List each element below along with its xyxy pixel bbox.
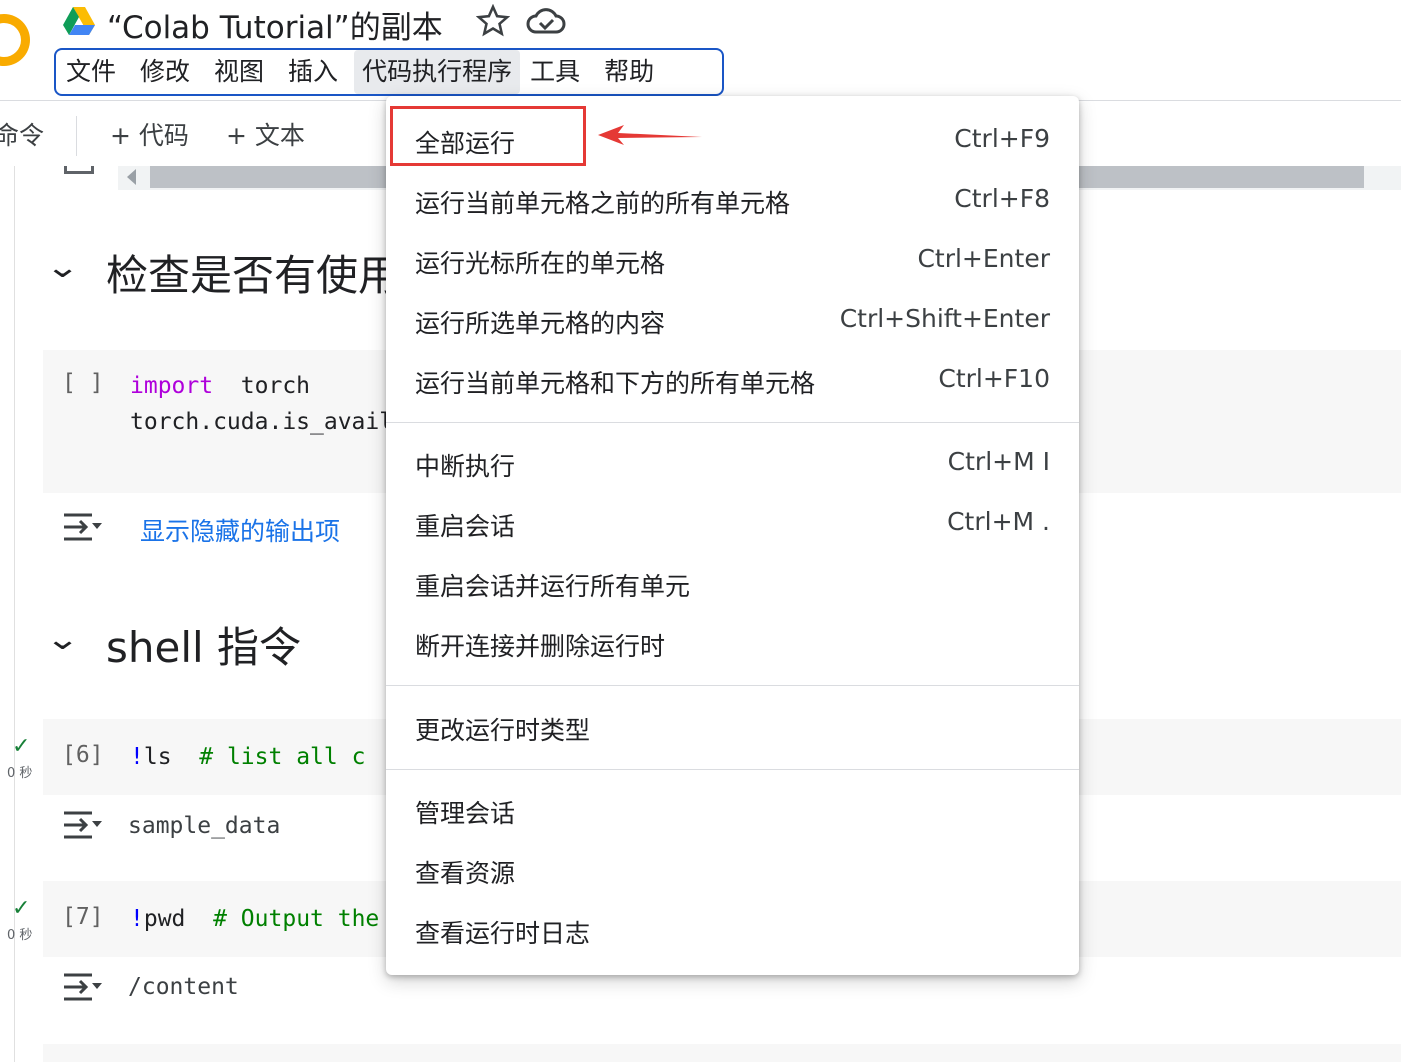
menu-item-shortcut: Ctrl+F10 <box>938 364 1050 393</box>
menu-item-shortcut: Ctrl+Shift+Enter <box>839 304 1050 333</box>
menu-manage-sessions[interactable]: 管理会话 <box>386 780 1079 840</box>
menu-view-runtime-logs[interactable]: 查看运行时日志 <box>386 900 1079 960</box>
shell-bang: ! <box>130 906 144 932</box>
module-name: torch <box>240 373 311 399</box>
menu-separator <box>386 769 1079 770</box>
menu-item-shortcut: Ctrl+F8 <box>954 184 1050 213</box>
collapse-chevron-icon[interactable]: ⌄ <box>45 250 80 285</box>
menu-item-label: 查看运行时日志 <box>415 919 591 948</box>
shell-command: ls <box>143 744 172 770</box>
menu-interrupt[interactable]: 中断执行 Ctrl+M I <box>386 433 1079 493</box>
code-line-1[interactable]: import torch <box>130 373 310 399</box>
scroll-left-arrow-icon[interactable] <box>127 169 136 185</box>
menu-separator <box>386 685 1079 686</box>
menu-runtime[interactable]: 代码执行程序 <box>354 50 521 94</box>
section-heading-gpu: 检查是否有使用 <box>106 251 401 300</box>
menu-bar: 文件 修改 视图 插入 代码执行程序 工具 帮助 <box>54 48 724 96</box>
menu-item-label: 运行光标所在的单元格 <box>415 249 666 278</box>
menu-insert[interactable]: 插入 <box>280 50 352 94</box>
shell-command: pwd <box>143 906 186 932</box>
output-toggle-icon[interactable] <box>62 972 102 1002</box>
cell-prompt[interactable]: [6] <box>62 742 104 768</box>
star-icon[interactable] <box>476 4 510 38</box>
shell-bang: ! <box>130 744 144 770</box>
code-comment: # list all c <box>199 744 366 770</box>
menu-item-label: 运行所选单元格的内容 <box>415 309 666 338</box>
previous-cell-edge <box>64 166 94 174</box>
executed-check-icon: ✓ <box>12 734 31 759</box>
code-line-pwd[interactable]: !pwd # Output the <box>130 906 379 932</box>
menu-file[interactable]: 文件 <box>58 50 130 94</box>
menu-item-label: 管理会话 <box>415 799 516 828</box>
menu-item-label: 断开连接并删除运行时 <box>415 632 666 661</box>
menu-restart-and-run-all[interactable]: 重启会话并运行所有单元 <box>386 553 1079 613</box>
menu-help[interactable]: 帮助 <box>596 50 668 94</box>
code-line-2[interactable]: torch.cuda.is_availa <box>130 409 407 435</box>
collapse-chevron-icon[interactable]: ⌄ <box>45 622 80 657</box>
menu-run-before[interactable]: 运行当前单元格之前的所有单元格 Ctrl+F8 <box>386 170 1079 230</box>
menu-restart-session[interactable]: 重启会话 Ctrl+M . <box>386 493 1079 553</box>
runtime-dropdown-menu: 全部运行 Ctrl+F9 运行当前单元格之前的所有单元格 Ctrl+F8 运行光… <box>386 96 1079 975</box>
menu-item-label: 运行当前单元格和下方的所有单元格 <box>415 369 816 398</box>
menu-item-shortcut: Ctrl+Enter <box>917 244 1050 273</box>
menu-view-resources[interactable]: 查看资源 <box>386 840 1079 900</box>
code-line-ls[interactable]: !ls # list all c <box>130 744 365 770</box>
cell-output-text: /content <box>128 974 239 1000</box>
menu-run-selection[interactable]: 运行所选单元格的内容 Ctrl+Shift+Enter <box>386 290 1079 350</box>
menu-item-label: 运行当前单元格之前的所有单元格 <box>415 189 791 218</box>
menu-disconnect-delete-runtime[interactable]: 断开连接并删除运行时 <box>386 613 1079 673</box>
show-hidden-output-link[interactable]: 显示隐藏的输出项 <box>140 512 340 548</box>
menu-separator <box>386 422 1079 423</box>
execution-time: 0 秒 <box>7 766 33 781</box>
menu-item-shortcut: Ctrl+M . <box>947 507 1050 536</box>
cell-output-text: sample_data <box>128 813 281 839</box>
google-drive-icon[interactable] <box>62 6 96 36</box>
menu-item-label: 重启会话 <box>415 512 516 541</box>
cloud-saved-icon[interactable] <box>526 6 566 38</box>
annotation-arrow-icon <box>598 125 702 145</box>
add-text-button[interactable]: + 文本 <box>226 116 305 152</box>
cell-prompt[interactable]: [7] <box>62 904 104 930</box>
menu-change-runtime-type[interactable]: 更改运行时类型 <box>386 697 1079 757</box>
menu-item-label: 查看资源 <box>415 859 516 888</box>
menu-item-shortcut: Ctrl+M I <box>947 447 1050 476</box>
menu-item-label: 中断执行 <box>415 452 516 481</box>
add-code-button[interactable]: + 代码 <box>110 116 189 152</box>
menu-view[interactable]: 视图 <box>206 50 278 94</box>
toolbar-divider <box>76 116 77 156</box>
code-cell-next[interactable] <box>43 1044 1401 1062</box>
notebook-title[interactable]: “Colab Tutorial”的副本 <box>107 2 443 47</box>
menu-run-focused[interactable]: 运行光标所在的单元格 Ctrl+Enter <box>386 230 1079 290</box>
menu-edit[interactable]: 修改 <box>132 50 204 94</box>
section-heading-shell: shell 指令 <box>106 623 302 672</box>
execution-time: 0 秒 <box>7 928 33 943</box>
menu-item-label: 重启会话并运行所有单元 <box>415 572 691 601</box>
executed-check-icon: ✓ <box>12 896 31 921</box>
menu-tools[interactable]: 工具 <box>522 50 594 94</box>
menu-run-after[interactable]: 运行当前单元格和下方的所有单元格 Ctrl+F10 <box>386 350 1079 410</box>
annotation-highlight-box <box>390 106 586 166</box>
output-toggle-icon[interactable] <box>62 810 102 840</box>
colab-logo-icon[interactable] <box>0 14 30 66</box>
output-toggle-icon[interactable] <box>62 512 102 542</box>
menu-item-label: 更改运行时类型 <box>415 716 591 745</box>
code-comment: # Output the <box>213 906 380 932</box>
commands-button[interactable]: 命令 <box>0 116 44 152</box>
keyword-import: import <box>130 373 214 399</box>
cell-prompt[interactable]: [ ] <box>62 370 104 396</box>
menu-item-shortcut: Ctrl+F9 <box>954 124 1050 153</box>
